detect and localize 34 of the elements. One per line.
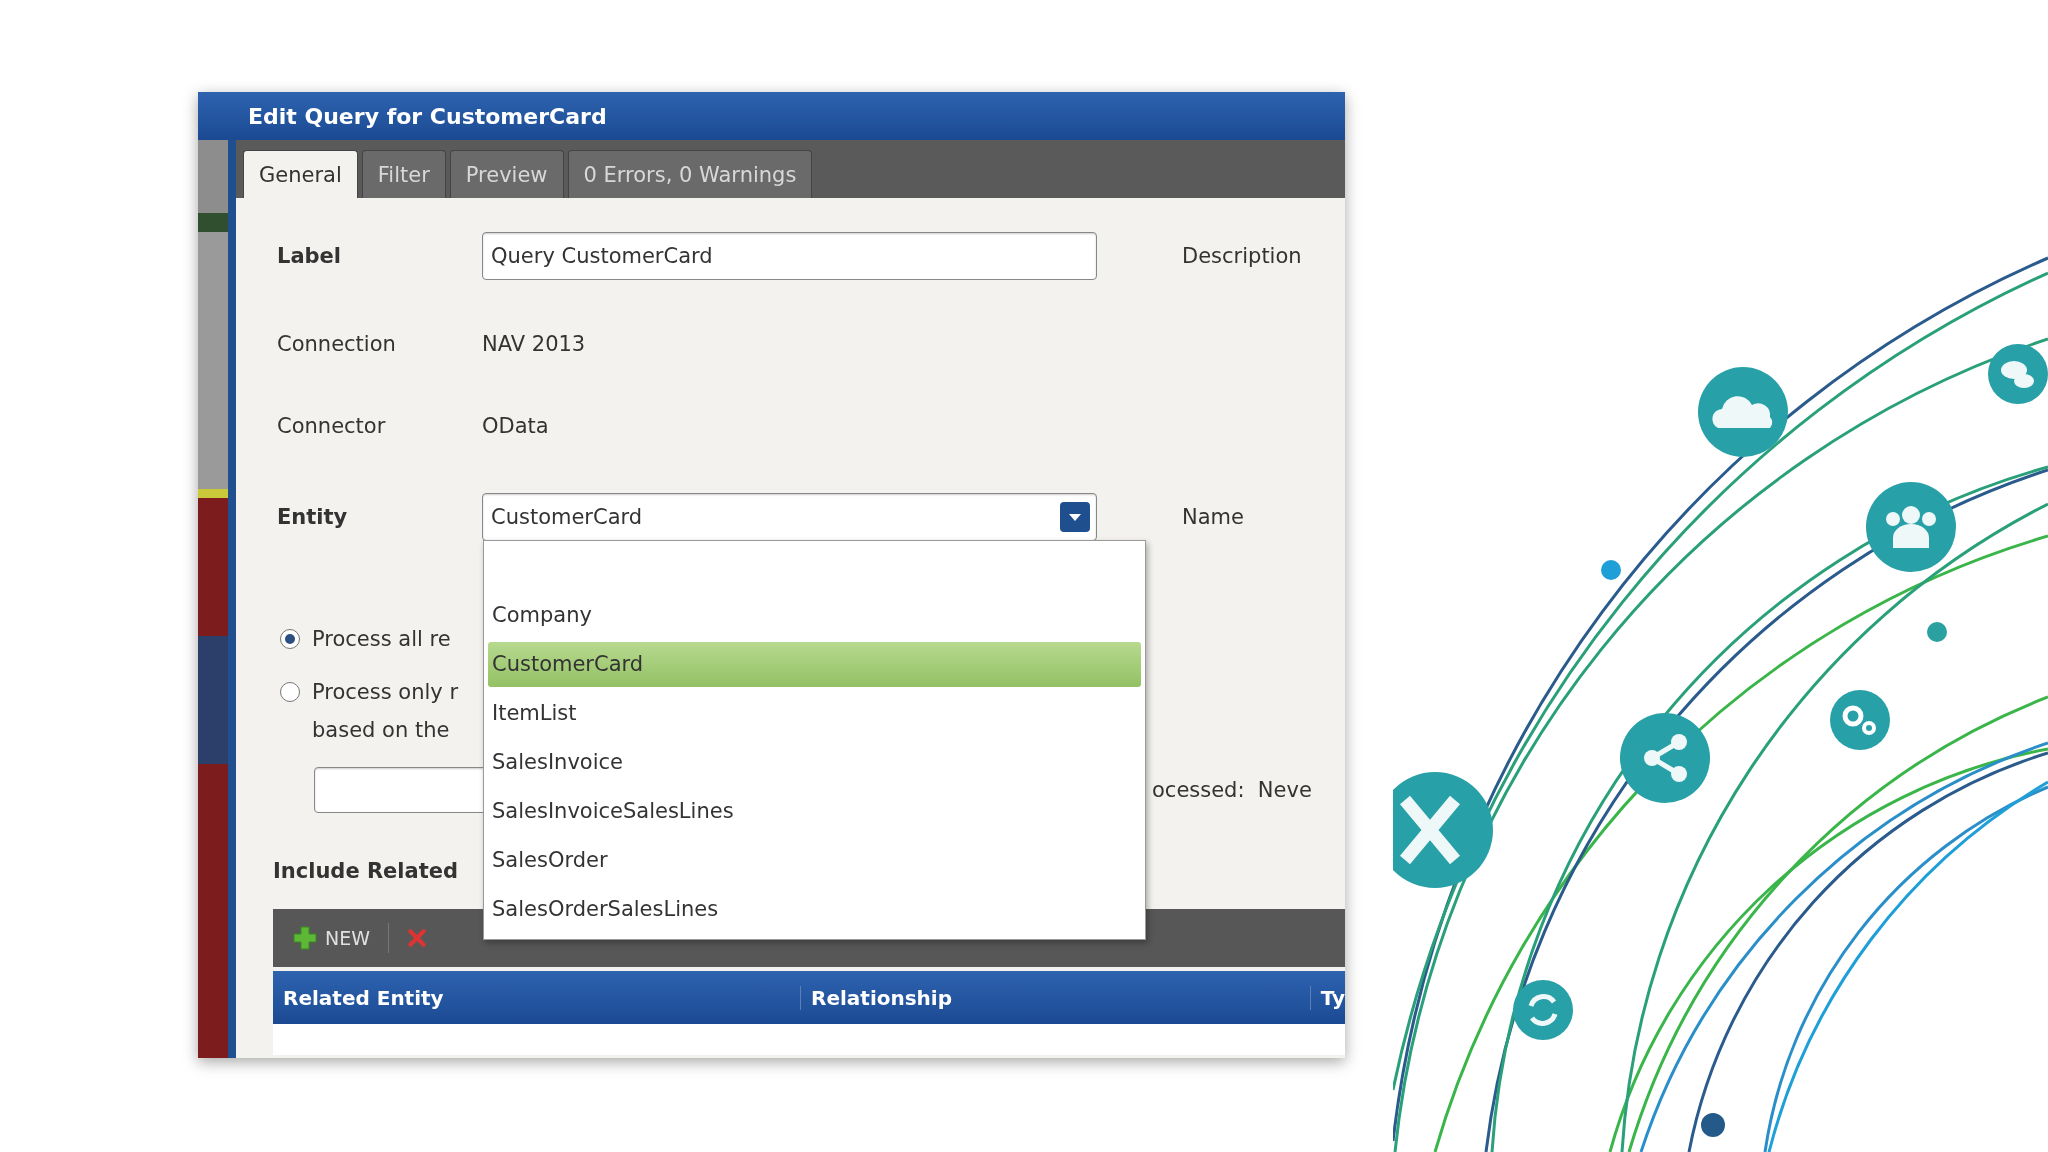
column-header[interactable]: Related Entity bbox=[273, 985, 800, 1010]
last-processed-text: ocessed: Neve bbox=[1152, 778, 1312, 802]
field-label: Connection bbox=[277, 332, 397, 356]
dropdown-option[interactable]: Company bbox=[488, 593, 1141, 638]
label-input-field[interactable]: Query CustomerCard bbox=[482, 232, 1097, 280]
column-header[interactable]: Relationship bbox=[800, 985, 1195, 1010]
window-title: Edit Query for CustomerCard bbox=[248, 103, 607, 129]
radio-label: based on the bbox=[312, 717, 451, 744]
tab[interactable]: Preview bbox=[449, 150, 564, 198]
field-label: Name bbox=[1182, 505, 1244, 529]
field-label: Label bbox=[277, 244, 343, 268]
radio-button[interactable] bbox=[280, 682, 300, 702]
tab[interactable]: General bbox=[243, 150, 358, 198]
dropdown-option[interactable]: CustomerCard bbox=[488, 642, 1141, 687]
dropdown-option[interactable]: SalesInvoice bbox=[488, 740, 1141, 785]
field-label: Description bbox=[1182, 244, 1302, 268]
tab[interactable]: Filter bbox=[361, 150, 446, 198]
new-button[interactable]: NEW bbox=[293, 926, 370, 950]
field-value: NAV 2013 bbox=[482, 332, 586, 356]
plus-icon bbox=[293, 926, 317, 950]
entity-dropdown[interactable]: CustomerCard bbox=[482, 493, 1097, 541]
dropdown-option[interactable]: SalesOrderSalesLines bbox=[488, 887, 1141, 932]
section-heading: Include Related bbox=[273, 858, 459, 885]
radio-label: Process all re bbox=[312, 626, 451, 653]
dropdown-option[interactable]: SalesInvoiceSalesLines bbox=[488, 789, 1141, 834]
field-label: Connector bbox=[277, 414, 387, 438]
radio-button[interactable] bbox=[280, 629, 300, 649]
dropdown-option[interactable]: SalesOrder bbox=[488, 838, 1141, 883]
field-value: OData bbox=[482, 414, 549, 438]
radio-label: Process only r bbox=[312, 679, 459, 706]
tab[interactable]: 0 Errors, 0 Warnings bbox=[567, 150, 813, 198]
field-label: Entity bbox=[277, 505, 349, 529]
dropdown-option[interactable]: ItemList bbox=[488, 691, 1141, 736]
column-header[interactable]: Ty bbox=[1309, 985, 1345, 1010]
